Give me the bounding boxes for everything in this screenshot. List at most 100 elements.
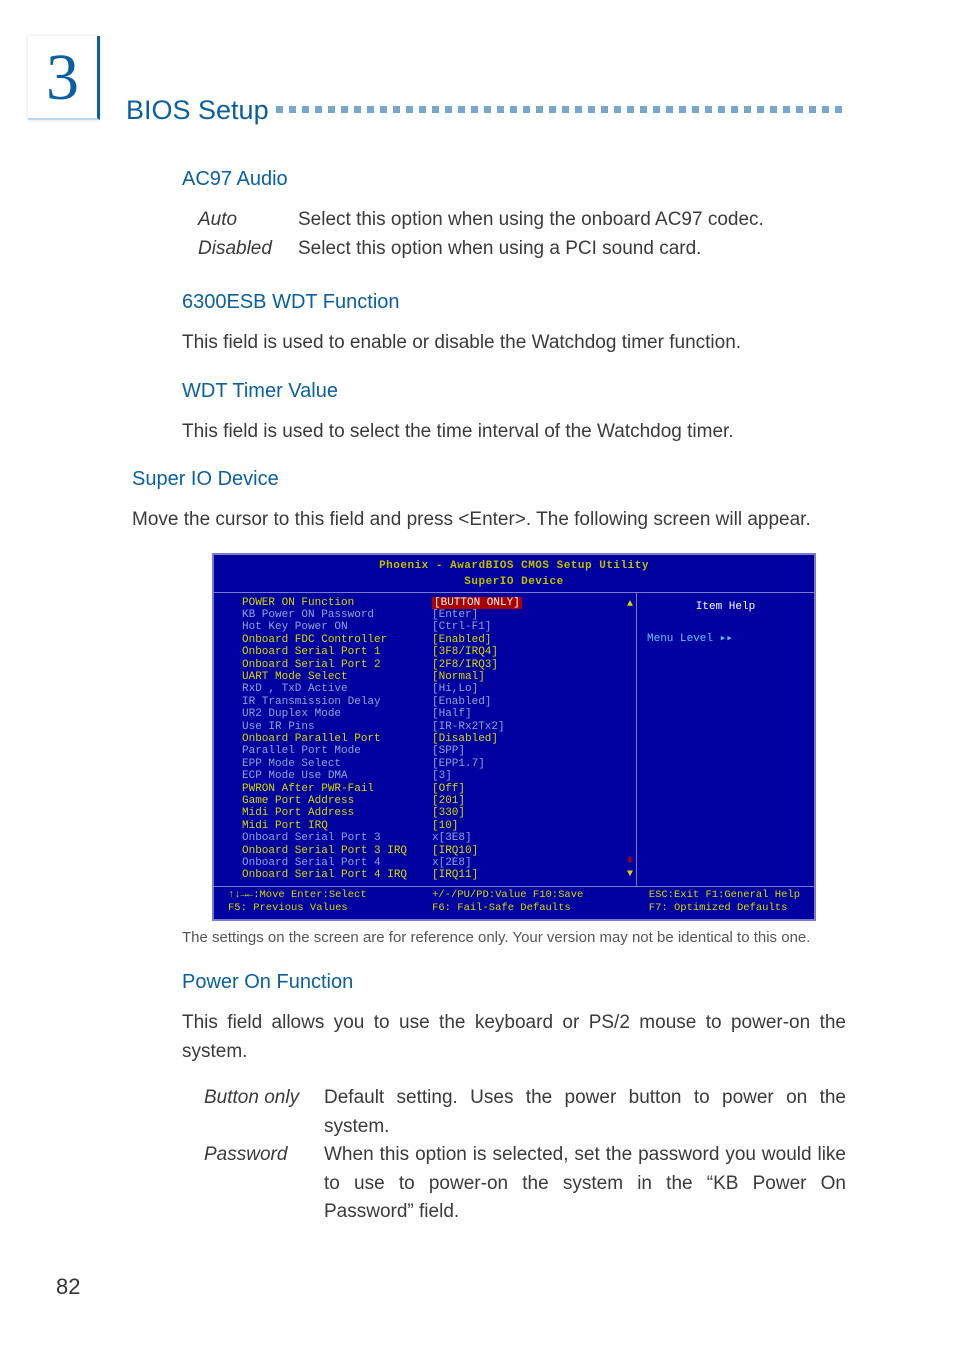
bios-setting-value: [IRQ10] [432,845,478,857]
bios-setting-value: [IRQ11] [432,869,478,881]
bios-title-line2: SuperIO Device [464,576,563,588]
bios-setting-value: [EPP1.7] [432,758,485,770]
bios-setting-value: [Ctrl-F1] [432,621,491,633]
bios-setting-value: [Hi,Lo] [432,683,478,695]
bios-setting-row: PWRON After PWR-Fail[Off] [242,783,626,795]
bios-setting-key: Onboard Serial Port 3 IRQ [242,845,432,857]
bios-setting-value: [IR-Rx2Tx2] [432,721,505,733]
poweron-options: Button only Default setting. Uses the po… [204,1084,846,1227]
bios-setting-value: [SPP] [432,745,465,757]
heading-wdt-timer: WDT Timer Value [182,376,846,406]
bios-setting-row: ECP Mode Use DMA[3] [242,770,626,782]
bios-setting-value: [Enter] [432,609,478,621]
bios-title: Phoenix - AwardBIOS CMOS Setup Utility S… [214,555,814,593]
heading-superio: Super IO Device [132,464,846,494]
bios-setting-value: [3F8/IRQ4] [432,646,498,658]
foot-value: +/-/PU/PD:Value F10:Save [432,889,583,901]
bios-setting-row: UR2 Duplex Mode[Half] [242,708,626,720]
bios-setting-row: UART Mode Select[Normal] [242,671,626,683]
bios-setting-value: [330] [432,807,465,819]
bios-setting-key: Onboard Serial Port 4 [242,857,432,869]
bios-footer: ↑↓→←:Move Enter:Select F5: Previous Valu… [214,886,814,919]
option-desc: Select this option when using a PCI soun… [298,235,846,264]
scroll-up-icon: ▲ [627,597,633,612]
option-row: Auto Select this option when using the o… [198,206,846,235]
option-row: Disabled Select this option when using a… [198,235,846,264]
foot-exit: ESC:Exit F1:General Help [649,889,800,901]
paragraph: This field allows you to use the keyboar… [182,1009,846,1066]
bios-setting-key: Game Port Address [242,795,432,807]
bios-screenshot: Phoenix - AwardBIOS CMOS Setup Utility S… [212,553,816,921]
foot-prev: F5: Previous Values [228,902,348,914]
bios-setting-value: [BUTTON ONLY] [432,597,522,609]
chapter-number: 3 [46,28,79,127]
bios-setting-value: [10] [432,820,458,832]
page-title: BIOS Setup [126,90,269,131]
help-title: Item Help [647,599,804,616]
marker-icon: ▮ [627,853,633,868]
option-label: Disabled [198,235,298,264]
bios-setting-key: POWER ON Function [242,597,432,609]
bios-setting-value: [Disabled] [432,733,498,745]
bios-setting-row: Use IR Pins[IR-Rx2Tx2] [242,721,626,733]
bios-setting-value: [Normal] [432,671,485,683]
paragraph: Move the cursor to this field and press … [132,506,896,535]
bios-setting-row: IR Transmission Delay[Enabled] [242,696,626,708]
screenshot-caption: The settings on the screen are for refer… [182,927,846,950]
bios-setting-key: EPP Mode Select [242,758,432,770]
bios-setting-row: KB Power ON Password[Enter] [242,609,626,621]
bios-setting-row: Onboard Serial Port 3 IRQ[IRQ10] [242,845,626,857]
paragraph: This field is used to enable or disable … [182,329,846,358]
bios-setting-value: [Half] [432,708,472,720]
paragraph: This field is used to select the time in… [182,418,846,447]
heading-wdt-function: 6300ESB WDT Function [182,287,846,317]
bios-setting-row: Onboard Serial Port 4 IRQ[IRQ11] [242,869,626,881]
bios-setting-row: Onboard Serial Port 2[2F8/IRQ3] [242,659,626,671]
bios-setting-key: Parallel Port Mode [242,745,432,757]
bios-title-line1: Phoenix - AwardBIOS CMOS Setup Utility [379,560,649,572]
bios-setting-key: Onboard Parallel Port [242,733,432,745]
bios-setting-value: [Off] [432,783,465,795]
option-desc: Default setting. Uses the power button t… [324,1084,846,1141]
option-row: Password When this option is selected, s… [204,1141,846,1227]
bios-setting-key: Onboard Serial Port 3 [242,832,432,844]
help-menu-level: Menu Level ▸▸ [647,631,804,648]
bios-setting-row: POWER ON Function[BUTTON ONLY] [242,597,626,609]
bios-setting-value: [Enabled] [432,634,491,646]
bios-setting-value: x[3E8] [432,832,472,844]
heading-ac97: AC97 Audio [182,164,846,194]
bios-setting-key: Midi Port Address [242,807,432,819]
option-label: Password [204,1141,324,1227]
bios-setting-value: x[2E8] [432,857,472,869]
bios-setting-row: Onboard Parallel Port[Disabled] [242,733,626,745]
heading-power-on: Power On Function [182,967,846,997]
bios-settings-pane: ▲ ▮ ▼ POWER ON Function[BUTTON ONLY]KB P… [214,593,636,886]
option-desc: When this option is selected, set the pa… [324,1141,846,1227]
option-label: Auto [198,206,298,235]
bios-setting-key: Use IR Pins [242,721,432,733]
foot-failsafe: F6: Fail-Safe Defaults [432,902,571,914]
bios-setting-row: EPP Mode Select[EPP1.7] [242,758,626,770]
bios-setting-row: Parallel Port Mode[SPP] [242,745,626,757]
ac97-options: Auto Select this option when using the o… [198,206,846,263]
bios-setting-value: [3] [432,770,452,782]
bios-setting-row: Game Port Address[201] [242,795,626,807]
bios-setting-value: [Enabled] [432,696,491,708]
bios-setting-key: Onboard FDC Controller [242,634,432,646]
option-desc: Select this option when using the onboar… [298,206,846,235]
bios-setting-value: [201] [432,795,465,807]
bios-setting-key: Midi Port IRQ [242,820,432,832]
dot-leader [276,106,884,112]
bios-setting-key: Hot Key Power ON [242,621,432,633]
bios-setting-row: Onboard Serial Port 3x[3E8] [242,832,626,844]
page-number: 82 [56,1270,80,1303]
bios-setting-key: KB Power ON Password [242,609,432,621]
option-label: Button only [204,1084,324,1141]
bios-setting-row: Midi Port Address[330] [242,807,626,819]
bios-setting-key: ECP Mode Use DMA [242,770,432,782]
chapter-tab: 3 [28,36,100,120]
bios-setting-key: Onboard Serial Port 2 [242,659,432,671]
foot-nav: ↑↓→←:Move Enter:Select [228,889,367,901]
bios-setting-row: Onboard Serial Port 1[3F8/IRQ4] [242,646,626,658]
bios-setting-key: RxD , TxD Active [242,683,432,695]
